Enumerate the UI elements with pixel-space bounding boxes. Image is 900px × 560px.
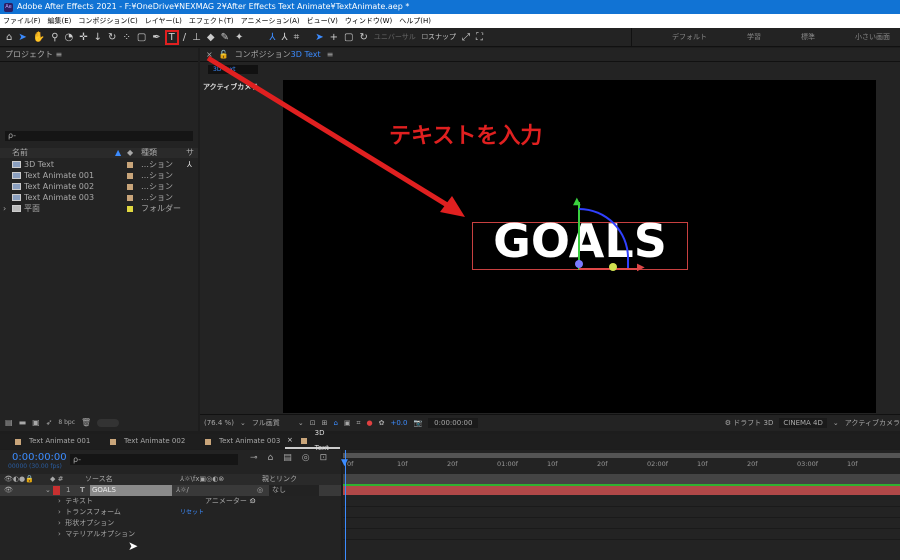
column-source-name[interactable]: ソース名 xyxy=(85,474,180,485)
guides-icon[interactable]: ▣ xyxy=(344,419,351,427)
ruler-tick: 10f xyxy=(847,460,858,468)
draft-3d-toggle[interactable]: ⚙ ドラフト 3D xyxy=(725,418,774,428)
layer-bar[interactable] xyxy=(343,486,900,495)
property-material-options[interactable]: › マテリアルオプション xyxy=(0,529,341,540)
property-label: テキスト xyxy=(65,497,94,505)
current-time-field[interactable]: 0:00:00:00 xyxy=(428,418,479,428)
render-icon[interactable]: ➶ xyxy=(46,418,53,427)
magnification-dropdown[interactable]: (76.4 %) xyxy=(204,419,234,427)
ruler-tick: 20f xyxy=(747,460,758,468)
timeline-current-time[interactable]: 0:00:00:00 xyxy=(12,452,67,463)
tab-3d-text[interactable]: × 3D Text xyxy=(285,429,340,452)
animator-label: アニメーター : xyxy=(205,497,252,505)
channels-icon[interactable]: ● xyxy=(366,419,372,427)
color-management-icon[interactable]: ✿ xyxy=(379,419,385,427)
layer-number: 1 xyxy=(66,486,71,494)
property-geometry-options[interactable]: › 形状オプション xyxy=(0,518,341,529)
draft-3d-label: ドラフト 3D xyxy=(733,419,774,427)
viewer-footer: (76.4 %) ⌄ フル画質 ⌄ ⊡ ⊞ ⌂ ▣ ⌗ ● ✿ +0.0 📷 0:00:00:00 ⚙ ド… xyxy=(200,414,900,431)
close-icon[interactable]: × xyxy=(287,433,293,448)
layer-row[interactable]: 👁 ⌄ 1 T GOALS ⅄☼/◎ なし xyxy=(0,485,341,496)
timeline-layer-panel: 0:00:00:00 00000 (30.00 fps) ρ- ⊸ ⌂ ▤ ◎ ⊡ 👁◐… xyxy=(0,450,341,560)
ruler-tick: 10f xyxy=(397,460,408,468)
timeline-switches: ⊸ ⌂ ▤ ◎ ⊡ xyxy=(250,453,327,463)
layer-column-header: 👁◐●🔒 ◆ # ソース名 ⅄☼\fx▣◎◐⊗ 親とリンク xyxy=(0,474,341,485)
3d-view-icon[interactable]: ⌗ xyxy=(357,419,361,428)
label-color[interactable] xyxy=(53,486,60,495)
graph-editor-icon[interactable]: ⊡ xyxy=(320,453,328,463)
property-label: マテリアルオプション xyxy=(65,530,136,538)
project-footer: ▤ ▬ ▣ ➶ 8 bpc 🗑 xyxy=(0,414,198,431)
parent-dropdown[interactable]: なし xyxy=(269,485,319,496)
ruler-tick: 01:00f xyxy=(497,460,519,468)
layer-name[interactable]: GOALS xyxy=(90,485,172,496)
timeline-search-input[interactable]: ρ- xyxy=(70,454,238,465)
text-layer-icon: T xyxy=(80,486,85,494)
zoom-slider[interactable] xyxy=(97,418,120,427)
ruler-tick: 02:00f xyxy=(647,460,669,468)
ruler-tick: 20f xyxy=(447,460,458,468)
new-folder-icon[interactable]: ▬ xyxy=(19,418,27,427)
ruler-tick: 10f xyxy=(547,460,558,468)
shy-icon[interactable]: ⌂ xyxy=(268,453,274,463)
animator-add-icon[interactable]: ⊙ xyxy=(250,496,256,507)
mouse-cursor-icon: ➤ xyxy=(128,539,139,553)
motion-blur-icon[interactable]: ◎ xyxy=(302,453,310,463)
visibility-icon[interactable]: 👁 xyxy=(0,485,45,496)
reset-link[interactable]: リセット xyxy=(180,507,204,518)
frame-blending-icon[interactable]: ▤ xyxy=(283,453,292,463)
tab-label: Text Animate 001 xyxy=(29,437,91,445)
ruler-tick: 20f xyxy=(597,460,608,468)
tab-text-animate-002[interactable]: Text Animate 002 xyxy=(95,434,190,449)
tab-text-animate-003[interactable]: Text Animate 003 xyxy=(190,434,285,449)
property-transform[interactable]: › トランスフォーム リセット xyxy=(0,507,341,518)
av-switches-icon: 👁◐●🔒 xyxy=(4,475,34,483)
frame-rate: 00000 (30.00 fps) xyxy=(8,463,62,470)
comp-flowchart-icon[interactable]: ⊸ xyxy=(250,453,258,463)
work-area-bar[interactable] xyxy=(343,453,900,458)
resolution-dropdown[interactable]: フル画質 xyxy=(252,418,292,428)
trash-icon[interactable]: 🗑 xyxy=(81,418,91,427)
pickwhip-icon[interactable]: ◎ xyxy=(257,485,269,496)
view-dropdown[interactable]: アクティブカメラ xyxy=(845,418,900,428)
tab-label: Text Animate 003 xyxy=(219,437,281,445)
column-parent[interactable]: 親とリンク xyxy=(262,474,297,485)
tab-label: Text Animate 002 xyxy=(124,437,186,445)
exposure-value[interactable]: +0.0 xyxy=(390,419,407,427)
ruler-tick: 03:00f xyxy=(797,460,819,468)
label-icon: ◆ # xyxy=(50,475,64,483)
interpret-footage-icon[interactable]: ▤ xyxy=(5,418,13,427)
timeline-tabs: Text Animate 001 Text Animate 002 Text A… xyxy=(0,429,900,452)
property-label: トランスフォーム xyxy=(65,508,121,516)
tab-text-animate-001[interactable]: Text Animate 001 xyxy=(0,434,95,449)
renderer-dropdown[interactable]: CINEMA 4D xyxy=(779,418,827,428)
playhead-handle-icon[interactable]: ▼ xyxy=(341,458,348,468)
switches-icons: ⅄☼\fx▣◎◐⊗ xyxy=(180,475,225,483)
snapshot-icon[interactable]: 📷 xyxy=(413,419,422,427)
bpc-button[interactable]: 8 bpc xyxy=(58,419,75,426)
timeline-graph: 0f 10f 20f 01:00f 10f 20f 02:00f 10f 20f 03:00f 10… xyxy=(341,450,900,560)
property-text[interactable]: › テキスト アニメーター : ⊙ xyxy=(0,496,341,507)
new-comp-icon[interactable]: ▣ xyxy=(32,418,40,427)
ruler-tick: 10f xyxy=(697,460,708,468)
layer-switches[interactable]: ⅄☼/ xyxy=(172,485,257,496)
property-label: 形状オプション xyxy=(65,519,115,527)
